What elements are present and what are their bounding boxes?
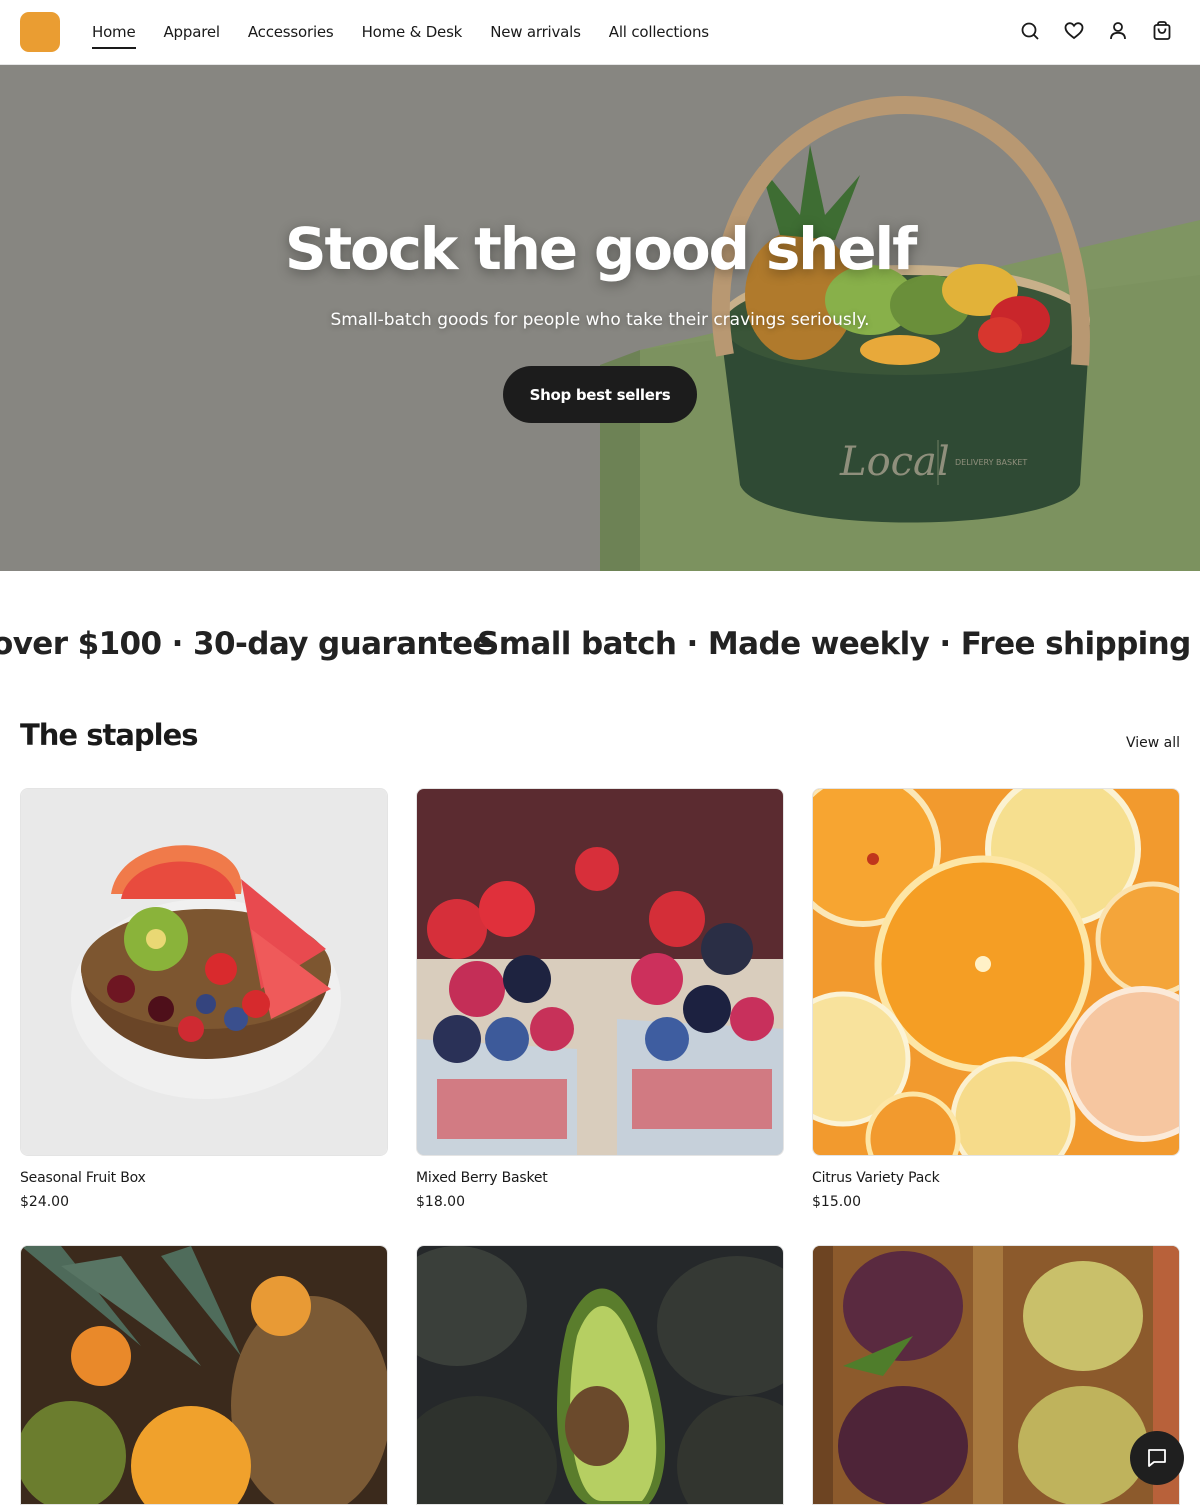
product-card[interactable]: Citrus Variety Pack $15.00 — [812, 788, 1180, 1210]
nav-apparel[interactable]: Apparel — [164, 24, 221, 40]
product-name[interactable]: Citrus Variety Pack — [812, 1170, 1180, 1186]
announcement-marquee: over $100 · 30-day guarantee Small batch… — [0, 622, 1200, 674]
product-image[interactable] — [812, 1245, 1180, 1505]
product-card[interactable]: Mixed Berry Basket $18.00 — [416, 788, 784, 1210]
heart-icon[interactable] — [1064, 20, 1084, 42]
product-image[interactable] — [20, 1245, 388, 1505]
product-name[interactable]: Mixed Berry Basket — [416, 1170, 784, 1186]
product-image[interactable] — [416, 788, 784, 1156]
product-image[interactable] — [416, 1245, 784, 1505]
view-all-link[interactable]: View all — [1126, 735, 1180, 751]
hero-subtitle: Small-batch goods for people who take th… — [330, 310, 870, 330]
product-price: $18.00 — [416, 1194, 465, 1210]
search-icon[interactable] — [1020, 20, 1040, 42]
hero-banner: Local DELIVERY BASKET Stock the good she… — [0, 65, 1200, 571]
nav-home[interactable]: Home — [92, 24, 136, 49]
product-name[interactable]: Seasonal Fruit Box — [20, 1170, 388, 1186]
nav-accessories[interactable]: Accessories — [248, 24, 334, 40]
product-price: $24.00 — [20, 1194, 69, 1210]
chat-button[interactable] — [1130, 1431, 1184, 1485]
chat-icon — [1148, 1449, 1166, 1467]
basket-tag: DELIVERY BASKET — [955, 458, 1027, 467]
store-logo[interactable] — [20, 12, 60, 52]
nav-home-desk[interactable]: Home & Desk — [362, 24, 463, 40]
product-image[interactable] — [812, 788, 1180, 1156]
nav-all-collections[interactable]: All collections — [609, 24, 709, 40]
product-price: $15.00 — [812, 1194, 861, 1210]
account-icon[interactable] — [1108, 20, 1128, 42]
shop-best-sellers-button[interactable]: Shop best sellers — [503, 366, 697, 423]
marquee-text-left: over $100 · 30-day guarantee — [0, 626, 494, 662]
product-card[interactable]: Seasonal Fruit Box $24.00 — [20, 788, 388, 1210]
site-header: Home Apparel Accessories Home & Desk New… — [0, 0, 1200, 65]
section-title: The staples — [20, 718, 199, 752]
cart-icon[interactable] — [1152, 20, 1172, 42]
header-icons — [1020, 20, 1172, 42]
basket-brand: Local — [839, 439, 950, 485]
nav-new-arrivals[interactable]: New arrivals — [490, 24, 581, 40]
main-nav: Home Apparel Accessories Home & Desk New… — [92, 0, 709, 64]
product-image[interactable] — [20, 788, 388, 1156]
marquee-text-right: Small batch · Made weekly · Free shippin… — [477, 626, 1200, 662]
hero-title: Stock the good shelf — [284, 215, 917, 283]
